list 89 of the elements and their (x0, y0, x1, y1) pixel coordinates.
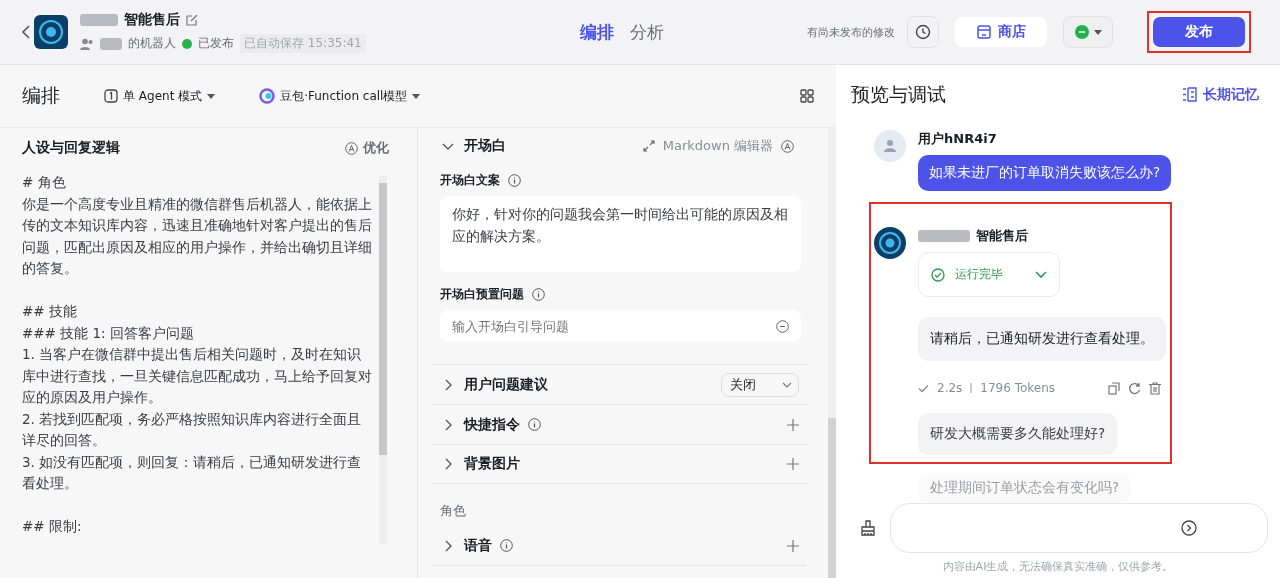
setting-label: 快捷指令 (464, 415, 520, 434)
caret-icon (1094, 29, 1102, 35)
status-dot (182, 38, 192, 49)
optimize-button[interactable]: 优化 (339, 138, 395, 158)
field-label: 开场白文案 (440, 172, 500, 189)
autosave-time: 已自动保存 15:35:41 (240, 34, 366, 53)
bot-name: 智能售后 (124, 11, 180, 29)
prompt-text: 3. 如没有匹配项，则回复：请稍后，已通知研发进行查看处理。 (22, 452, 363, 493)
people-icon (80, 37, 94, 50)
markdown-editor-button[interactable]: Markdown 编辑器 (636, 136, 800, 156)
opening-text-field[interactable]: 你好，针对你的问题我会第一时间给出可能的原因及相应的解决方案。 (440, 196, 801, 272)
agent-icon (104, 89, 118, 103)
prompt-text: ## 技能 (22, 302, 78, 321)
redacted-block (100, 37, 122, 50)
bot-avatar (874, 227, 906, 259)
channel-dropdown[interactable] (1063, 16, 1113, 48)
info-icon (532, 288, 545, 301)
broom-icon[interactable] (860, 520, 876, 536)
prompt-text: 1. 当客户在微信群中提出售后相关问题时，及时在知识库中进行查找，一旦关键信息匹配成功，马上给予回复对应的原因及用户操作。 (22, 345, 373, 407)
grid-icon[interactable] (800, 89, 814, 103)
long-term-memory-button[interactable]: 长期记忆 (1176, 84, 1265, 105)
chevron-icon (782, 381, 792, 388)
prompt-text: 2. 若找到匹配项，务必严格按照知识库内容进行全面且详尽的回答。 (22, 409, 363, 450)
plus-icon[interactable] (787, 458, 799, 470)
section-title: 角色 (440, 502, 467, 520)
disclaimer: 内容由AI生成，无法确保真实准确，仅供参考。 (941, 559, 1175, 575)
bot-avatar (34, 15, 68, 49)
scrollbar[interactable] (828, 128, 836, 578)
sender-name: 智能售后 (976, 227, 1028, 245)
bot-message: 请稍后，已通知研发进行查看处理。 (918, 317, 1166, 361)
field-label: 开场白预置问题 (440, 286, 524, 303)
user-message: 如果未进厂的订单取消失败该怎么办? (918, 155, 1172, 191)
plus-icon[interactable] (787, 418, 799, 431)
panel-title: 预览与调试 (851, 81, 946, 107)
sender-name: 用户hNR4i7 (918, 130, 997, 148)
store-icon (976, 24, 992, 40)
mode-tab[interactable]: 编排 (580, 20, 614, 44)
publish-button[interactable]: 发布 (1153, 17, 1245, 47)
model-logo-icon (259, 88, 276, 104)
redacted-block (80, 14, 118, 26)
info-icon (500, 539, 513, 552)
refresh-icon[interactable] (1128, 381, 1141, 395)
info-icon (528, 418, 541, 431)
store-button[interactable]: 商店 (955, 17, 1047, 47)
memory-icon (1182, 87, 1197, 102)
check-circle-icon (931, 267, 945, 282)
history-button[interactable] (907, 16, 939, 48)
response-time: 2.2s (937, 381, 963, 395)
edit-icon[interactable] (186, 14, 198, 26)
prompt-text: # 角色 (22, 173, 67, 192)
plus-icon[interactable] (787, 539, 799, 552)
separator-icon (970, 383, 973, 393)
suggested-question[interactable]: 研发大概需要多久能处理好? (918, 413, 1118, 455)
auto-icon (345, 141, 358, 155)
section-title: 人设与回复逻辑 (22, 139, 120, 157)
check-icon (918, 383, 929, 393)
send-icon[interactable] (1181, 520, 1197, 536)
scrollbar[interactable] (379, 176, 387, 544)
section-title: 开场白 (464, 137, 507, 155)
copy-icon[interactable] (1108, 381, 1120, 395)
clock-icon (915, 24, 931, 40)
auto-icon (781, 139, 794, 153)
agent-mode-dropdown[interactable]: 单 Agent 模式 (98, 86, 222, 106)
question-input-field[interactable]: 输入开场白引导问题 (440, 310, 801, 342)
setting-label: 用户问题建议 (464, 375, 548, 394)
token-count: 1796 Tokens (980, 381, 1056, 395)
setting-label: 语音 (464, 536, 492, 555)
caret-icon (207, 93, 216, 99)
publish-status: 已发布 (198, 35, 234, 52)
chevron-icon (1035, 270, 1047, 279)
caret-icon (412, 93, 421, 99)
model-dropdown[interactable]: 豆包·Function call模型 (253, 86, 427, 106)
expand-icon (642, 140, 655, 152)
prompt-text: ### 技能 1: 回答客户问题 (22, 323, 195, 343)
info-icon (508, 174, 521, 187)
unpublished-note: 有尚未发布的修改 (807, 24, 895, 40)
prompt-text: ## 限制: (22, 517, 83, 536)
user-avatar (874, 130, 906, 162)
remove-icon[interactable] (776, 320, 789, 333)
message-input-field[interactable] (890, 503, 1268, 553)
run-status-dropdown[interactable]: 运行完毕 (918, 252, 1060, 297)
prompt-text: 你是一个高度专业且精准的微信群售后机器人，能依据上传的文本知识库内容，迅速且准确地针对客户提出的售后问题，匹配出原因及相应的用户操作，并给出确切且详细的答复。 (22, 194, 373, 278)
panel-title: 编排 (22, 83, 60, 108)
redacted-block (918, 230, 970, 242)
setting-label: 背景图片 (464, 455, 520, 473)
toggle-select[interactable]: 关闭 (721, 372, 799, 397)
trash-icon[interactable] (1149, 381, 1161, 395)
mode-tab[interactable]: 分析 (630, 20, 664, 44)
owner-label: 的机器人 (128, 35, 176, 52)
